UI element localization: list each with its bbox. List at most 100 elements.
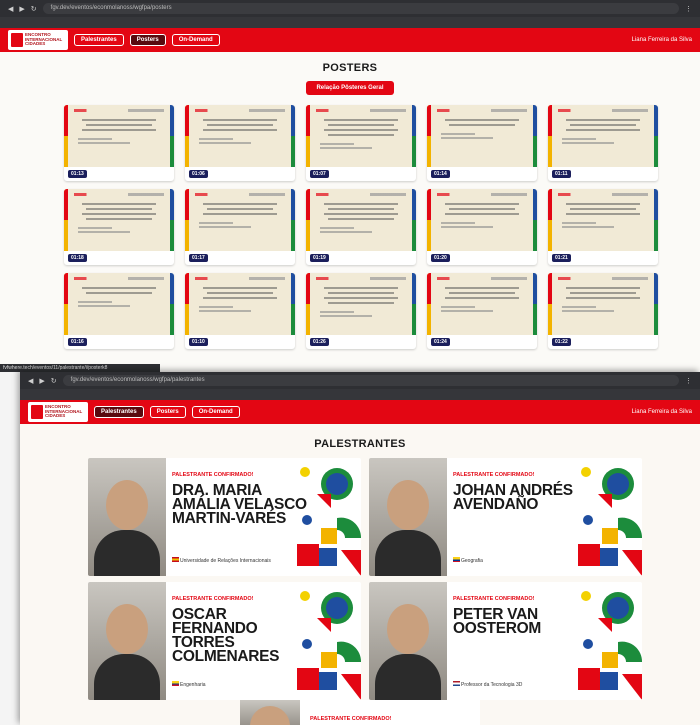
poster-number: 01:07 [310, 170, 329, 178]
poster-number: 01:16 [68, 338, 87, 346]
speaker-affiliation: Geografia [461, 558, 483, 564]
posters-screenshot: ◀ ▶ ↻ fgv.dev/eventos/econmolanoss/wgfpa… [0, 0, 700, 372]
confirmed-tag: PALESTRANTE CONFIRMADO! [172, 472, 254, 478]
poster-card[interactable]: 01:24 [427, 273, 537, 349]
poster-card[interactable]: 01:19 [306, 189, 416, 265]
back-icon[interactable]: ◀ [8, 5, 13, 13]
poster-card[interactable]: 01:11 [548, 105, 658, 181]
poster-number: 01:20 [431, 254, 450, 262]
forward-icon[interactable]: ▶ [19, 5, 24, 13]
poster-thumbnail [306, 189, 416, 251]
poster-number: 01:21 [552, 254, 571, 262]
poster-number: 01:24 [431, 338, 450, 346]
country-flag-icon [172, 557, 179, 562]
poster-number: 01:17 [189, 254, 208, 262]
tab-palestrantes[interactable]: Palestrantes [94, 406, 144, 418]
page-title: PALESTRANTES [314, 438, 406, 450]
page-title: POSTERS [322, 62, 378, 74]
poster-card[interactable]: 01:26 [306, 273, 416, 349]
poster-number: 01:06 [189, 170, 208, 178]
back-icon[interactable]: ◀ [28, 377, 33, 385]
poster-card[interactable]: 01:16 [64, 273, 174, 349]
country-flag-icon [453, 681, 460, 686]
address-bar[interactable]: fgv.dev/eventos/econmolanoss/wgfpa/pales… [62, 375, 679, 386]
speaker-affiliation: Universidade de Relações Internacionais [180, 558, 271, 564]
country-flag-icon [172, 681, 179, 686]
poster-number: 01:11 [552, 170, 571, 178]
poster-number: 01:14 [431, 170, 450, 178]
tab-on-demand[interactable]: On-Demand [191, 406, 240, 418]
poster-card[interactable]: 01:10 [185, 273, 295, 349]
decorative-graphic-icon [578, 591, 642, 700]
poster-thumbnail [306, 273, 416, 335]
speaker-card-partial[interactable]: PALESTRANTE CONFIRMADO! [240, 700, 480, 725]
poster-thumbnail [548, 189, 658, 251]
speaker-name: PETER VAN OOSTEROM [453, 606, 542, 637]
poster-number: 01:22 [552, 338, 571, 346]
speaker-name: JOHAN ANDRÉS AVENDAÑO [453, 482, 573, 513]
poster-card[interactable]: 01:06 [185, 105, 295, 181]
poster-number: 01:19 [310, 254, 329, 262]
speaker-photo [88, 458, 166, 576]
event-logo[interactable]: ENCONTRO INTERNACIONAL CIDADES [8, 30, 68, 50]
speaker-name: OSCAR FERNANDO TORRES COLMENARES [172, 606, 280, 665]
user-name[interactable]: Liana Ferreira da Silva [632, 409, 692, 415]
menu-icon[interactable]: ⋮ [685, 377, 692, 385]
poster-number: 01:13 [68, 170, 87, 178]
speaker-photo [369, 582, 447, 700]
decorative-graphic-icon [297, 467, 361, 576]
poster-number: 01:10 [189, 338, 208, 346]
browser-toolbar: ◀ ▶ ↻ fgv.dev/eventos/econmolanoss/wgfpa… [20, 372, 700, 389]
confirmed-tag: PALESTRANTE CONFIRMADO! [172, 596, 254, 602]
speaker-photo [240, 700, 300, 725]
speaker-card[interactable]: PALESTRANTE CONFIRMADO! DRA. MARIA AMÁLI… [88, 458, 361, 576]
tab-on-demand[interactable]: On-Demand [171, 34, 220, 46]
reload-icon[interactable]: ↻ [51, 377, 57, 385]
poster-card[interactable]: 01:14 [427, 105, 537, 181]
poster-number: 01:26 [310, 338, 329, 346]
poster-card[interactable]: 01:13 [64, 105, 174, 181]
speaker-photo [369, 458, 447, 576]
poster-card[interactable]: 01:22 [548, 273, 658, 349]
bookmarks-bar [20, 389, 700, 400]
user-name[interactable]: Liana Ferreira da Silva [632, 37, 692, 43]
poster-card[interactable]: 01:07 [306, 105, 416, 181]
speakers-screenshot: ◀ ▶ ↻ fgv.dev/eventos/econmolanoss/wgfpa… [20, 372, 700, 725]
decorative-graphic-icon [578, 467, 642, 576]
speaker-photo [88, 582, 166, 700]
tab-posters[interactable]: Posters [129, 34, 166, 46]
poster-thumbnail [306, 105, 416, 167]
site-navbar: ENCONTRO INTERNACIONAL CIDADES Palestrante… [20, 400, 700, 424]
forward-icon[interactable]: ▶ [39, 377, 44, 385]
speaker-card[interactable]: PALESTRANTE CONFIRMADO! PETER VAN OOSTER… [369, 582, 642, 700]
poster-thumbnail [427, 189, 537, 251]
poster-card[interactable]: 01:20 [427, 189, 537, 265]
poster-thumbnail [427, 105, 537, 167]
poster-thumbnail [64, 189, 174, 251]
poster-thumbnail [548, 105, 658, 167]
browser-toolbar: ◀ ▶ ↻ fgv.dev/eventos/econmolanoss/wgfpa… [0, 0, 700, 17]
poster-card[interactable]: 01:21 [548, 189, 658, 265]
decorative-graphic-icon [297, 591, 361, 700]
confirmed-tag: PALESTRANTE CONFIRMADO! [310, 716, 392, 722]
poster-thumbnail [64, 105, 174, 167]
poster-card[interactable]: 01:18 [64, 189, 174, 265]
speaker-card[interactable]: PALESTRANTE CONFIRMADO! JOHAN ANDRÉS AVE… [369, 458, 642, 576]
menu-icon[interactable]: ⋮ [685, 5, 692, 13]
speaker-affiliation: Engenharia [180, 682, 206, 688]
poster-thumbnail [185, 105, 295, 167]
tab-posters[interactable]: Posters [149, 406, 186, 418]
poster-card[interactable]: 01:17 [185, 189, 295, 265]
speaker-affiliation: Professor da Tecnologia 3D [461, 682, 523, 688]
confirmed-tag: PALESTRANTE CONFIRMADO! [453, 596, 535, 602]
poster-number: 01:18 [68, 254, 87, 262]
poster-thumbnail [64, 273, 174, 335]
tab-palestrantes[interactable]: Palestrantes [74, 34, 124, 46]
posters-list-button[interactable]: Relação Pôsteres Geral [306, 81, 394, 95]
address-bar[interactable]: fgv.dev/eventos/econmolanoss/wgfpa/poste… [42, 3, 679, 14]
status-url: fvfwhere.tech/eventos/11/palestrante/i/p… [0, 364, 160, 372]
event-logo[interactable]: ENCONTRO INTERNACIONAL CIDADES [28, 402, 88, 422]
reload-icon[interactable]: ↻ [31, 5, 37, 13]
speaker-card[interactable]: PALESTRANTE CONFIRMADO! OSCAR FERNANDO T… [88, 582, 361, 700]
confirmed-tag: PALESTRANTE CONFIRMADO! [453, 472, 535, 478]
